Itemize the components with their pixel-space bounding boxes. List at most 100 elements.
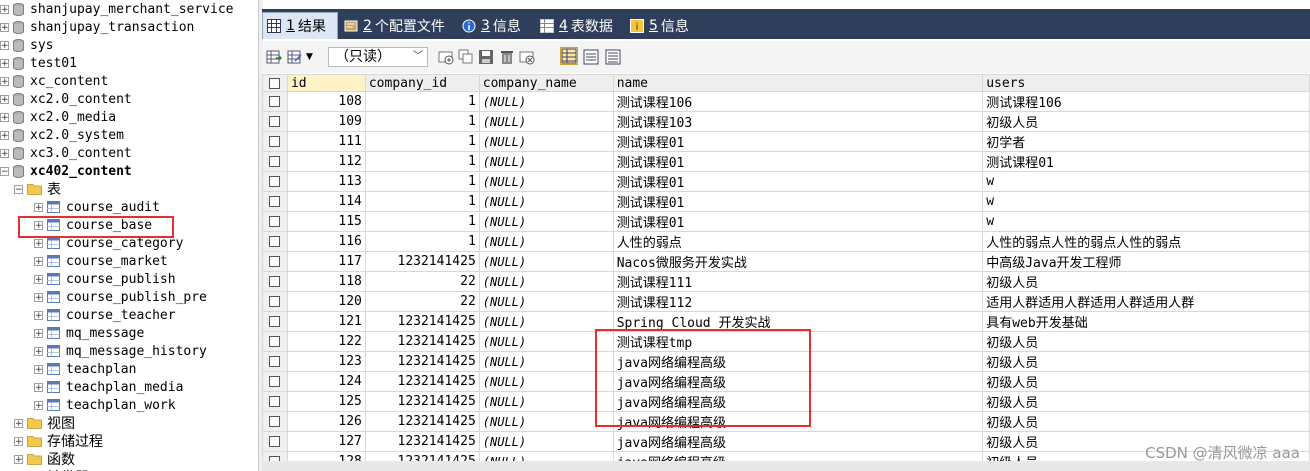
- table-row[interactable]: 113 1 (NULL) 测试课程01 w: [262, 171, 1310, 192]
- cell-company-name[interactable]: (NULL): [478, 431, 614, 452]
- cell-users[interactable]: 初学者: [982, 131, 1310, 152]
- cell-name[interactable]: 测试课程106: [612, 91, 984, 112]
- tree-database[interactable]: + shanjupay_transaction: [0, 18, 194, 36]
- select-all-checkbox[interactable]: [262, 74, 288, 92]
- row-checkbox[interactable]: [262, 431, 288, 452]
- expand-icon[interactable]: +: [34, 346, 43, 356]
- column-header-id[interactable]: id: [286, 74, 366, 92]
- cell-users[interactable]: 人性的弱点人性的弱点人性的弱点: [982, 231, 1310, 252]
- tree-table[interactable]: + teachplan: [0, 360, 136, 378]
- cell-company-name[interactable]: (NULL): [478, 251, 614, 272]
- cell-users[interactable]: w: [982, 171, 1310, 192]
- table-row[interactable]: 116 1 (NULL) 人性的弱点 人性的弱点人性的弱点人性的弱点: [262, 231, 1310, 252]
- table-row[interactable]: 120 22 (NULL) 测试课程112 适用人群适用人群适用人群适用人群: [262, 291, 1310, 312]
- tree-database[interactable]: + xc3.0_content: [0, 144, 132, 162]
- cell-name[interactable]: java网络编程高级: [612, 431, 984, 452]
- cell-company-id[interactable]: 1: [364, 211, 480, 232]
- row-checkbox[interactable]: [262, 331, 288, 352]
- cell-company-name[interactable]: (NULL): [478, 151, 614, 172]
- cell-company-name[interactable]: (NULL): [478, 131, 614, 152]
- cell-name[interactable]: 测试课程01: [612, 211, 984, 232]
- delete-trash-icon[interactable]: [499, 49, 515, 65]
- table-row[interactable]: 111 1 (NULL) 测试课程01 初学者: [262, 131, 1310, 152]
- expand-icon[interactable]: +: [0, 148, 9, 158]
- tab-info-2[interactable]: i 5 信息: [626, 12, 695, 39]
- expand-icon[interactable]: +: [0, 58, 9, 68]
- cell-users[interactable]: 中高级Java开发工程师: [982, 251, 1310, 272]
- cell-name[interactable]: 测试课程01: [612, 131, 984, 152]
- table-row[interactable]: 118 22 (NULL) 测试课程111 初级人员: [262, 271, 1310, 292]
- cell-company-id[interactable]: 1232141425: [364, 371, 480, 392]
- cell-users[interactable]: 具有web开发基础: [982, 311, 1310, 332]
- cell-name[interactable]: 测试课程111: [612, 271, 984, 292]
- collapse-icon[interactable]: −: [0, 166, 9, 176]
- cell-id[interactable]: 109: [286, 111, 366, 132]
- expand-icon[interactable]: +: [0, 94, 9, 104]
- table-row[interactable]: 114 1 (NULL) 测试课程01 w: [262, 191, 1310, 212]
- cell-users[interactable]: 初级人员: [982, 111, 1310, 132]
- row-checkbox[interactable]: [262, 251, 288, 272]
- expand-icon[interactable]: +: [34, 364, 43, 374]
- tree-database[interactable]: + sys: [0, 36, 53, 54]
- column-header-company-name[interactable]: company_name: [478, 74, 614, 92]
- cell-company-id[interactable]: 1: [364, 131, 480, 152]
- cell-company-id[interactable]: 1232141425: [364, 391, 480, 412]
- cell-id[interactable]: 111: [286, 131, 366, 152]
- cell-company-id[interactable]: 1232141425: [364, 451, 480, 461]
- cell-company-id[interactable]: 1232141425: [364, 351, 480, 372]
- row-checkbox[interactable]: [262, 111, 288, 132]
- row-checkbox[interactable]: [262, 291, 288, 312]
- table-row[interactable]: 112 1 (NULL) 测试课程01 测试课程01: [262, 151, 1310, 172]
- cell-company-name[interactable]: (NULL): [478, 271, 614, 292]
- row-checkbox[interactable]: [262, 311, 288, 332]
- cell-name[interactable]: 人性的弱点: [612, 231, 984, 252]
- cell-company-name[interactable]: (NULL): [478, 331, 614, 352]
- column-header-name[interactable]: name: [612, 74, 984, 92]
- cell-users[interactable]: 适用人群适用人群适用人群适用人群: [982, 291, 1310, 312]
- tree-table[interactable]: + course_publish: [0, 270, 176, 288]
- row-checkbox[interactable]: [262, 171, 288, 192]
- tree-database[interactable]: + test01: [0, 54, 77, 72]
- tree-database-open[interactable]: − xc402_content: [0, 162, 132, 180]
- tab-profiles[interactable]: 2 个配置文件: [340, 12, 451, 39]
- cell-users[interactable]: 初级人员: [982, 371, 1310, 392]
- cell-company-id[interactable]: 1232141425: [364, 331, 480, 352]
- expand-icon[interactable]: +: [14, 454, 23, 464]
- cell-company-id[interactable]: 1232141425: [364, 251, 480, 272]
- expand-icon[interactable]: +: [0, 40, 9, 50]
- tree-folder-tables[interactable]: − 表: [0, 180, 61, 198]
- cell-name[interactable]: 测试课程01: [612, 171, 984, 192]
- row-checkbox[interactable]: [262, 411, 288, 432]
- cell-id[interactable]: 118: [286, 271, 366, 292]
- row-checkbox[interactable]: [262, 91, 288, 112]
- cell-name[interactable]: 测试课程112: [612, 291, 984, 312]
- tree-table[interactable]: + teachplan_media: [0, 378, 183, 396]
- cell-company-id[interactable]: 1: [364, 111, 480, 132]
- cell-company-name[interactable]: (NULL): [478, 191, 614, 212]
- tree-folder[interactable]: + 视图: [0, 414, 75, 432]
- cell-company-name[interactable]: (NULL): [478, 211, 614, 232]
- expand-icon[interactable]: +: [34, 238, 43, 248]
- cell-name[interactable]: Nacos微服务开发实战: [612, 251, 984, 272]
- table-row[interactable]: 115 1 (NULL) 测试课程01 w: [262, 211, 1310, 232]
- tree-table[interactable]: + mq_message: [0, 324, 144, 342]
- cell-id[interactable]: 121: [286, 311, 366, 332]
- cell-company-id[interactable]: 1: [364, 171, 480, 192]
- duplicate-row-icon[interactable]: [458, 49, 474, 65]
- cancel-changes-icon[interactable]: [519, 49, 535, 65]
- cell-id[interactable]: 127: [286, 431, 366, 452]
- cell-name[interactable]: 测试课程103: [612, 111, 984, 132]
- row-checkbox[interactable]: [262, 351, 288, 372]
- cell-company-name[interactable]: (NULL): [478, 231, 614, 252]
- cell-company-name[interactable]: (NULL): [478, 111, 614, 132]
- cell-company-id[interactable]: 1: [364, 231, 480, 252]
- cell-users[interactable]: 测试课程01: [982, 151, 1310, 172]
- form-view-icon[interactable]: [583, 49, 599, 65]
- expand-icon[interactable]: +: [34, 400, 43, 410]
- tree-table[interactable]: + course_publish_pre: [0, 288, 207, 306]
- cell-company-id[interactable]: 1232141425: [364, 411, 480, 432]
- tree-table[interactable]: + mq_message_history: [0, 342, 207, 360]
- text-view-icon[interactable]: [605, 49, 621, 65]
- tree-database[interactable]: + xc2.0_media: [0, 108, 116, 126]
- table-row[interactable]: 108 1 (NULL) 测试课程106 测试课程106: [262, 91, 1310, 112]
